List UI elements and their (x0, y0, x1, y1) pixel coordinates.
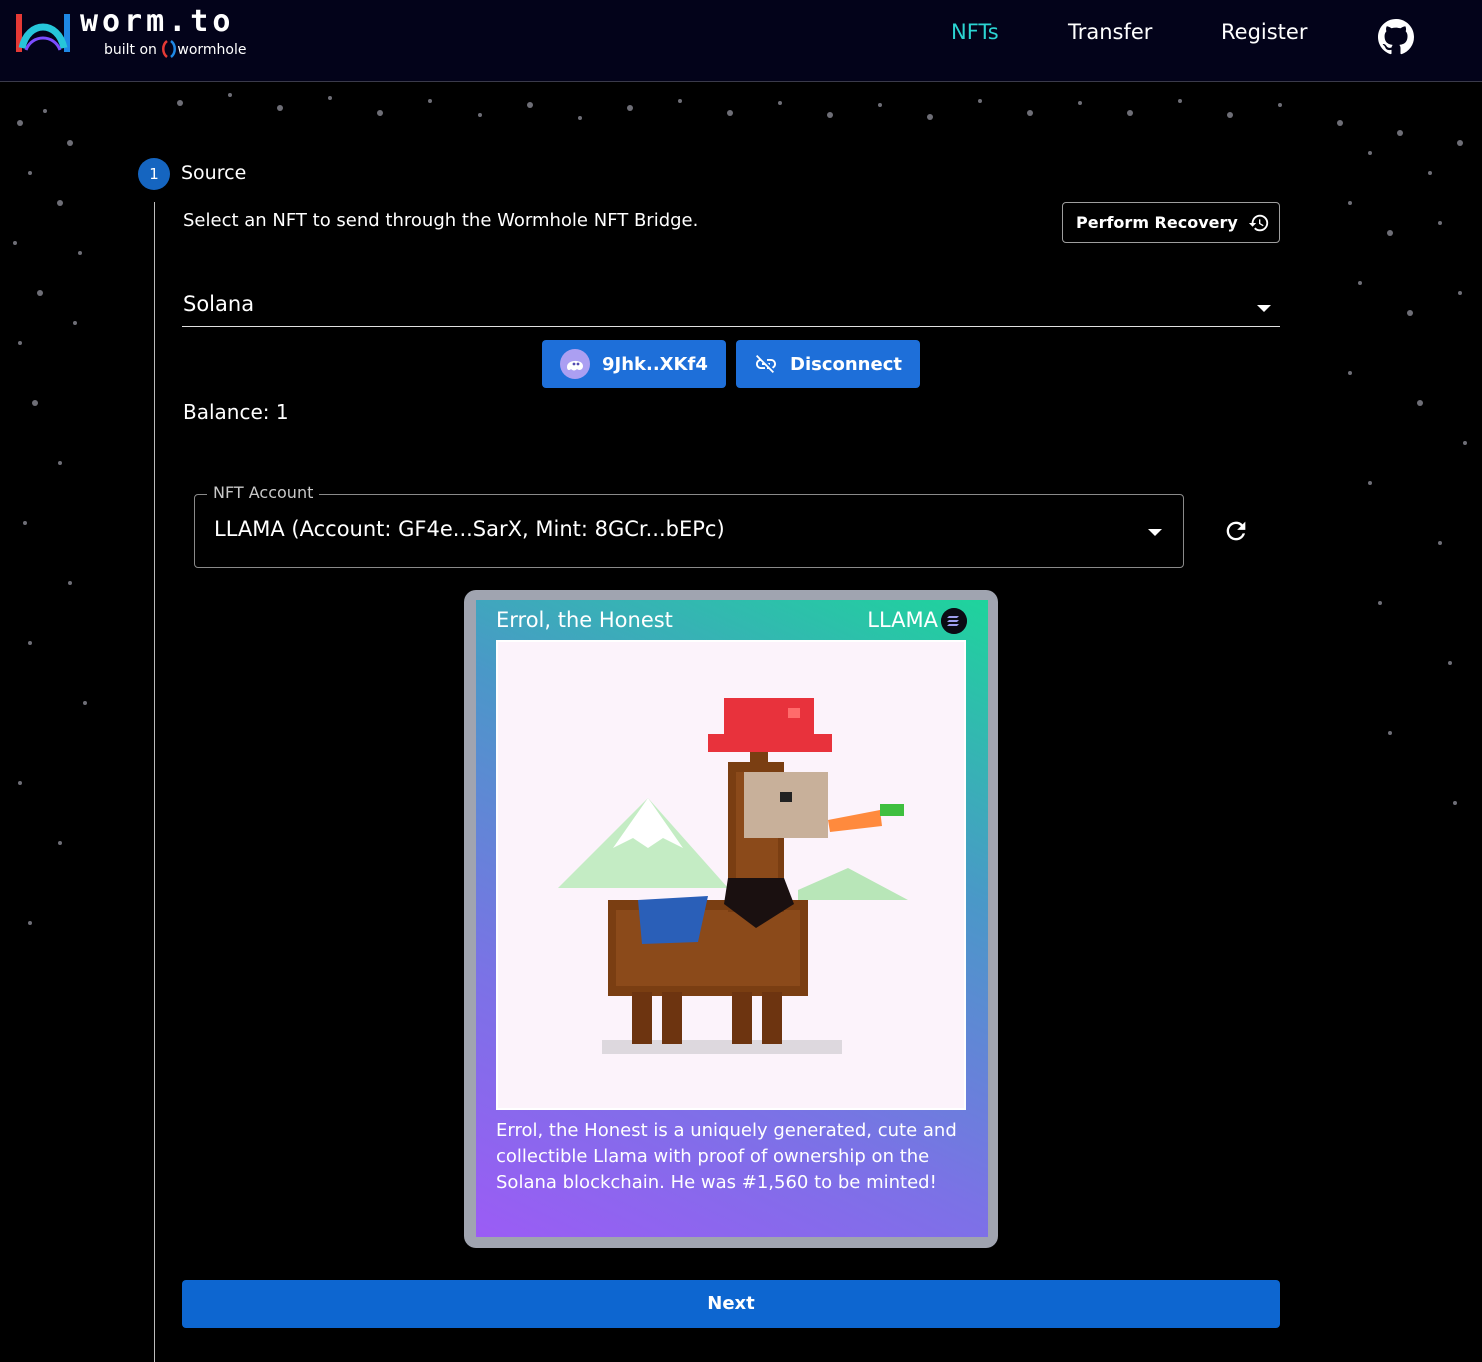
logo-subtitle: built on wormhole (104, 40, 246, 58)
disconnect-button[interactable]: Disconnect (736, 340, 920, 388)
disconnect-label: Disconnect (790, 353, 902, 375)
nft-image (496, 640, 966, 1110)
wormhole-mark-icon (162, 40, 177, 58)
logo-text: worm.to (80, 4, 235, 39)
source-chain-value: Solana (183, 292, 255, 316)
wallet-address-button[interactable]: 9Jhk..XKf4 (542, 340, 726, 388)
github-icon[interactable] (1378, 19, 1414, 55)
link-off-icon (756, 355, 776, 373)
nft-preview-card: Errol, the Honest LLAMA Errol, the Hones… (464, 590, 998, 1248)
nft-card-body: Errol, the Honest LLAMA Errol, the Hones… (476, 600, 988, 1237)
perform-recovery-button[interactable]: Perform Recovery (1062, 202, 1280, 243)
nft-title: Errol, the Honest (496, 608, 673, 632)
nft-account-value: LLAMA (Account: GF4e...SarX, Mint: 8GCr.… (214, 517, 725, 541)
nav-register[interactable]: Register (1221, 20, 1307, 50)
nav-nfts[interactable]: NFTs (951, 20, 999, 50)
chevron-down-icon (1257, 305, 1271, 312)
nft-description: Errol, the Honest is a uniquely generate… (496, 1120, 957, 1193)
step-number-badge: 1 (138, 158, 170, 190)
refresh-icon[interactable] (1222, 517, 1250, 545)
wallet-address: 9Jhk..XKf4 (602, 353, 708, 375)
nft-account-select[interactable]: NFT Account LLAMA (Account: GF4e...SarX,… (194, 483, 1184, 568)
logo-sub-prefix: built on (104, 42, 157, 58)
history-icon (1248, 214, 1268, 231)
phantom-wallet-icon (560, 349, 590, 379)
logo-sub-brand: wormhole (177, 42, 247, 58)
solana-icon (941, 608, 967, 634)
chevron-down-icon (1148, 529, 1162, 536)
balance-text: Balance: 1 (183, 400, 289, 424)
site-logo[interactable]: worm.to built on wormhole (14, 4, 294, 66)
next-button[interactable]: Next (182, 1280, 1280, 1328)
llama-artwork (558, 698, 908, 1054)
bridge-panel: 1 Source Select an NFT to send through t… (106, 126, 1322, 1362)
nav-transfer[interactable]: Transfer (1068, 20, 1152, 50)
top-navbar: worm.to built on wormhole NFTs Transfer … (0, 0, 1482, 82)
step-connector-line (154, 202, 155, 1362)
nft-symbol: LLAMA (867, 608, 938, 632)
worm-logo-icon (16, 14, 70, 52)
recovery-label: Perform Recovery (1076, 213, 1238, 232)
step-label[interactable]: Source (181, 162, 246, 184)
nft-account-label: NFT Account (207, 483, 320, 502)
source-chain-select[interactable]: Solana (182, 286, 1280, 327)
step-description: Select an NFT to send through the Wormho… (183, 210, 699, 231)
